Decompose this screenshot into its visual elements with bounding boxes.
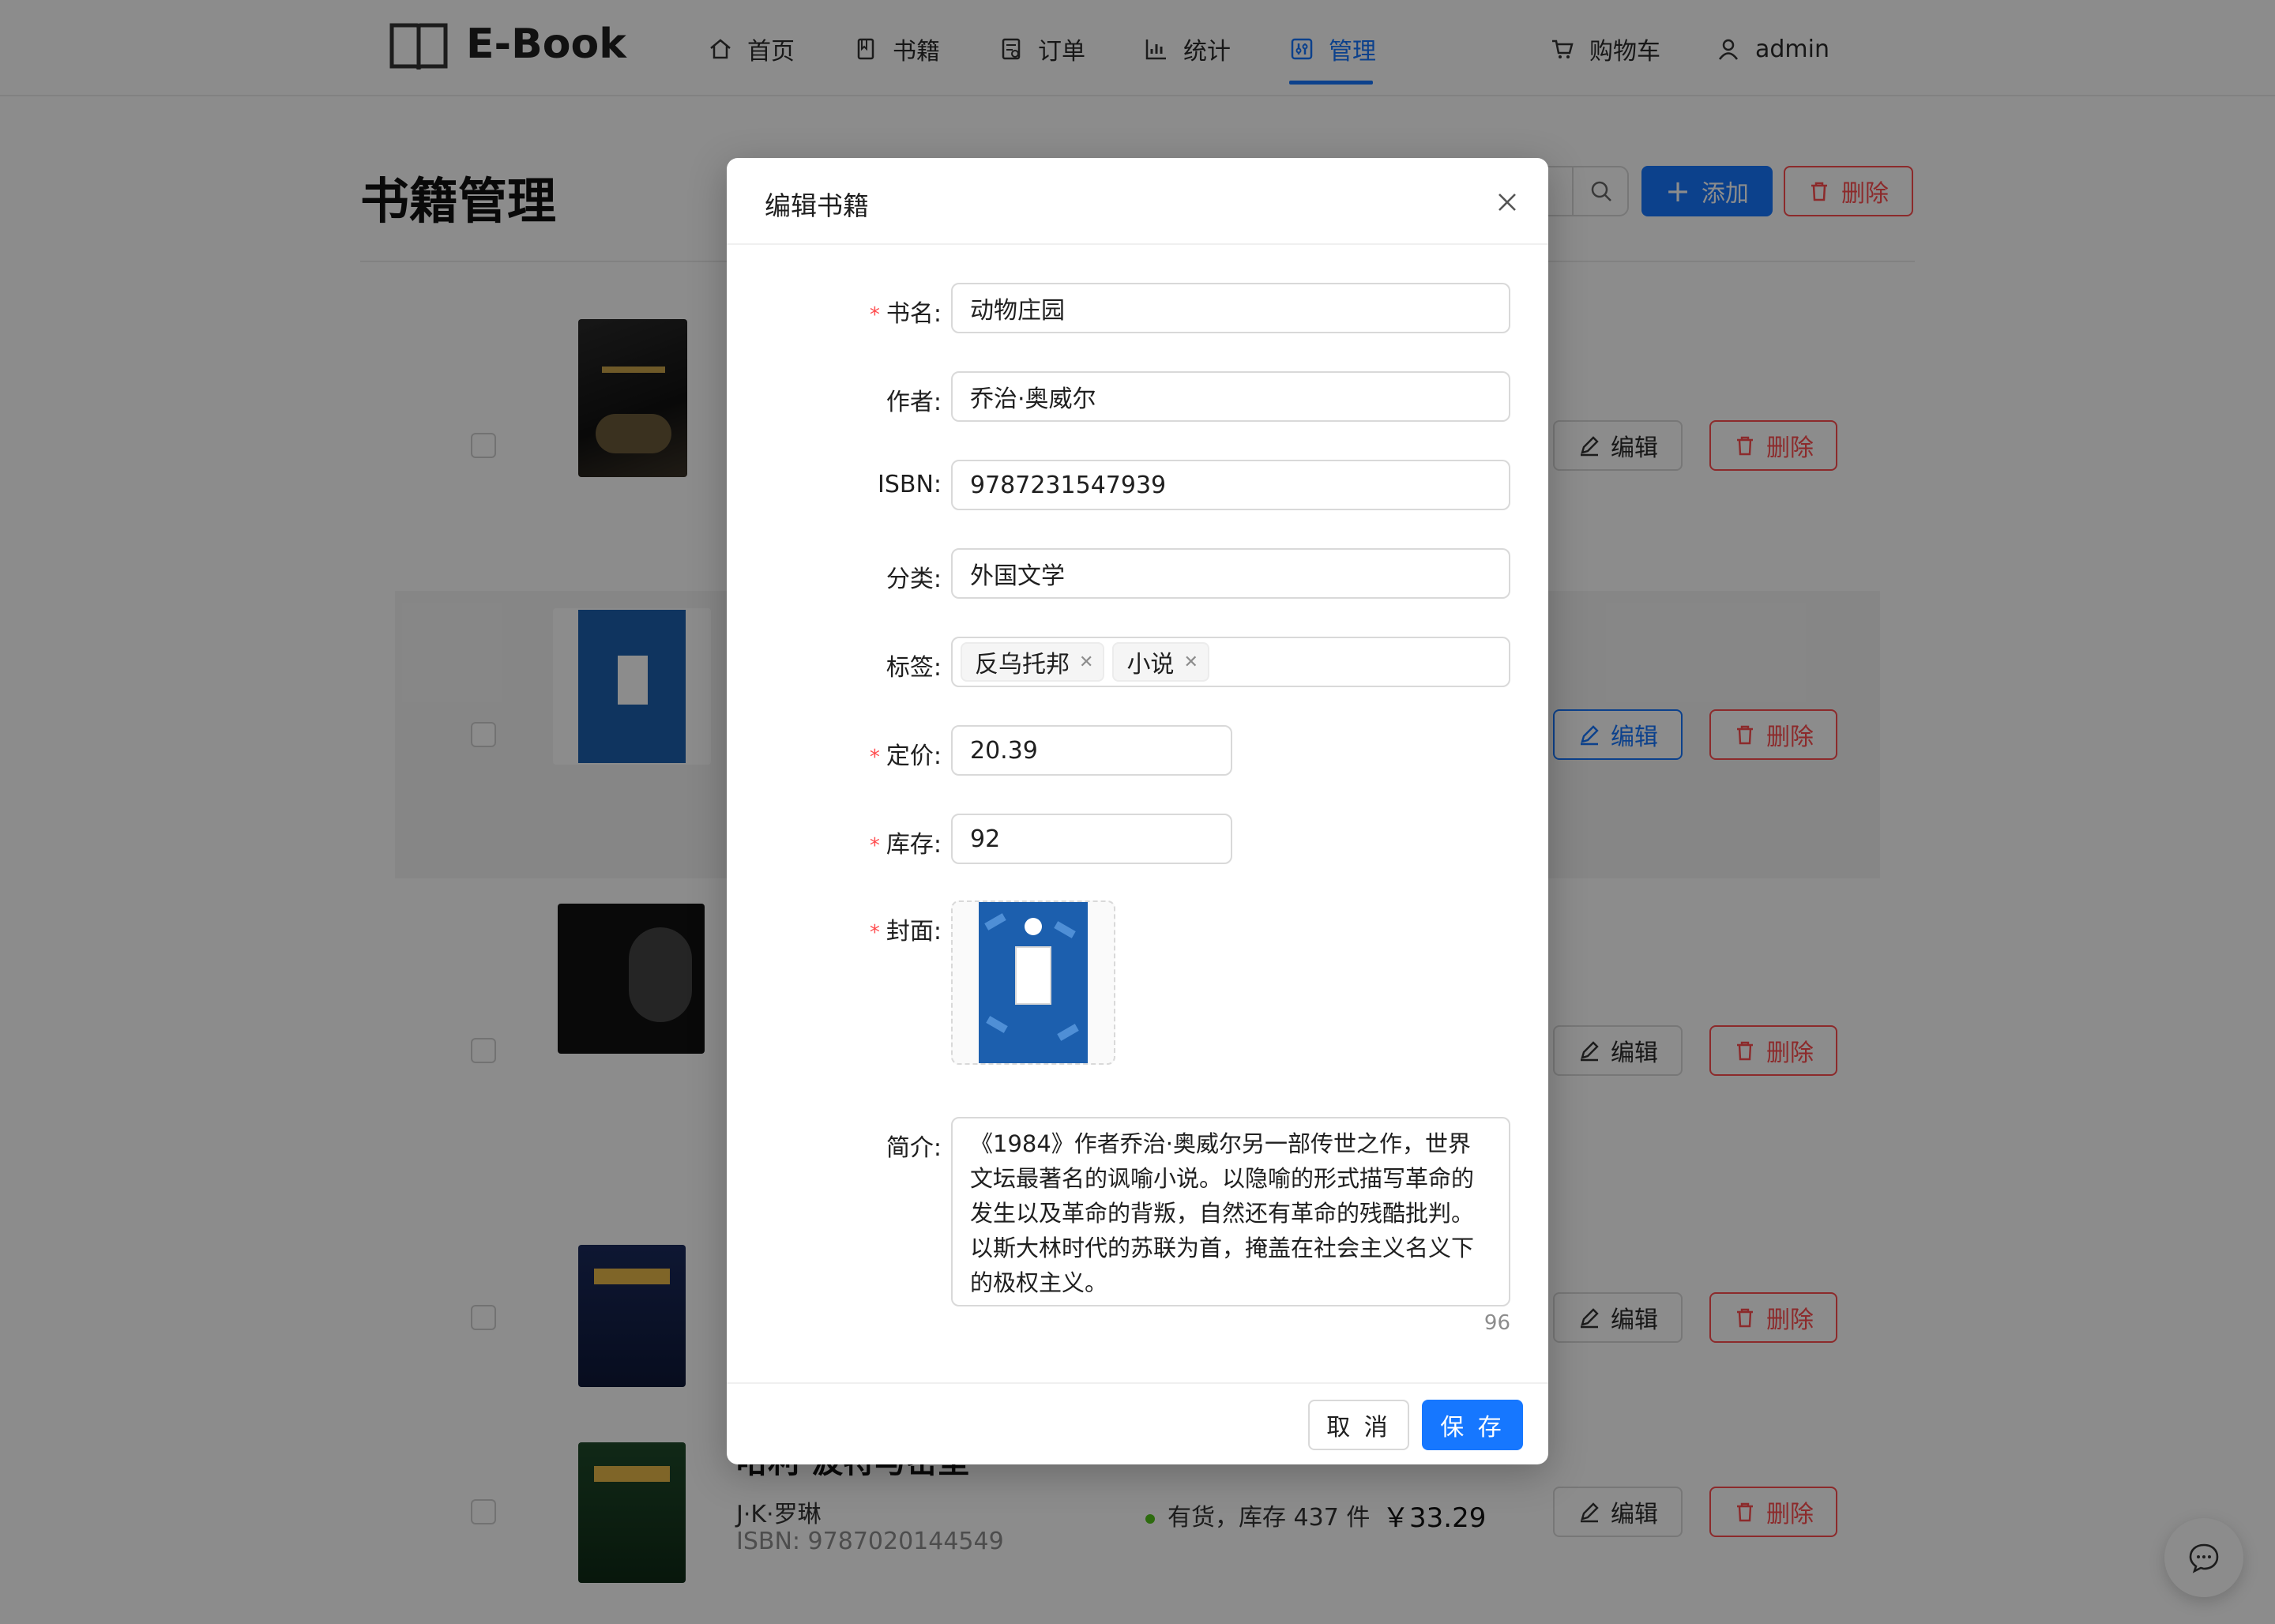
name-label: * 书名: [870,294,942,329]
intro-label-wrap: 简介: [727,1117,942,1167]
stock-input[interactable]: 92 [951,814,1232,864]
isbn-input[interactable]: 9787231547939 [951,460,1510,510]
tags-label-wrap: 标签: [727,637,942,687]
author-label-wrap: 作者: [727,371,942,422]
tag-remove-icon[interactable]: ✕ [1079,652,1093,672]
category-input[interactable]: 外国文学 [951,548,1510,599]
stock-label-wrap: * 库存: [727,814,942,864]
modal-footer-divider [727,1382,1548,1384]
category-label: 分类: [886,566,942,593]
cover-preview-image [979,902,1088,1063]
tags-label: 标签: [886,654,942,682]
tag-chip-label: 反乌托邦 [975,651,1070,679]
cover-label-text: 封面: [886,918,942,945]
tag-chip: 反乌托邦 ✕ [961,642,1105,682]
intro-label: 简介: [886,1134,942,1162]
intro-char-count: 96 [1483,1311,1510,1335]
stock-label-text: 库存: [886,831,942,859]
tags-select[interactable]: 反乌托邦 ✕ 小说 ✕ [951,637,1510,687]
price-input[interactable]: 20.39 [951,725,1232,776]
tag-chip: 小说 ✕ [1112,642,1209,682]
required-mark: * [869,834,880,858]
modal-header-divider [727,243,1548,245]
author-label: 作者: [886,389,942,416]
cover-label: * 封面: [870,912,942,946]
author-input[interactable]: 乔治·奥威尔 [951,371,1510,422]
stock-label: * 库存: [870,825,942,859]
edit-book-modal: 编辑书籍 * 书名: 动物庄园 作者: 乔治·奥威尔 ISBN: 97872315… [727,158,1548,1464]
isbn-label: ISBN: [877,471,942,498]
cover-upload[interactable] [951,900,1115,1065]
isbn-label-wrap: ISBN: [727,460,942,510]
tag-remove-icon[interactable]: ✕ [1183,652,1198,672]
cancel-button[interactable]: 取 消 [1308,1400,1409,1450]
cover-label-wrap: * 封面: [727,900,942,951]
save-button[interactable]: 保 存 [1422,1400,1523,1450]
name-label-text: 书名: [886,300,942,328]
intro-textarea[interactable]: 《1984》作者乔治·奥威尔另一部传世之作，世界文坛最著名的讽喻小说。以隐喻的形… [951,1117,1510,1306]
price-label-wrap: * 定价: [727,725,942,776]
required-mark: * [869,303,880,327]
price-label: * 定价: [870,736,942,771]
price-label-text: 定价: [886,742,942,770]
name-label-wrap: * 书名: [727,283,942,333]
name-input[interactable]: 动物庄园 [951,283,1510,333]
modal-title: 编辑书籍 [765,190,869,221]
category-label-wrap: 分类: [727,548,942,599]
required-mark: * [869,746,880,769]
required-mark: * [869,921,880,945]
tag-chip-label: 小说 [1126,651,1175,679]
modal-close-button[interactable] [1491,186,1523,218]
close-icon [1498,194,1516,211]
